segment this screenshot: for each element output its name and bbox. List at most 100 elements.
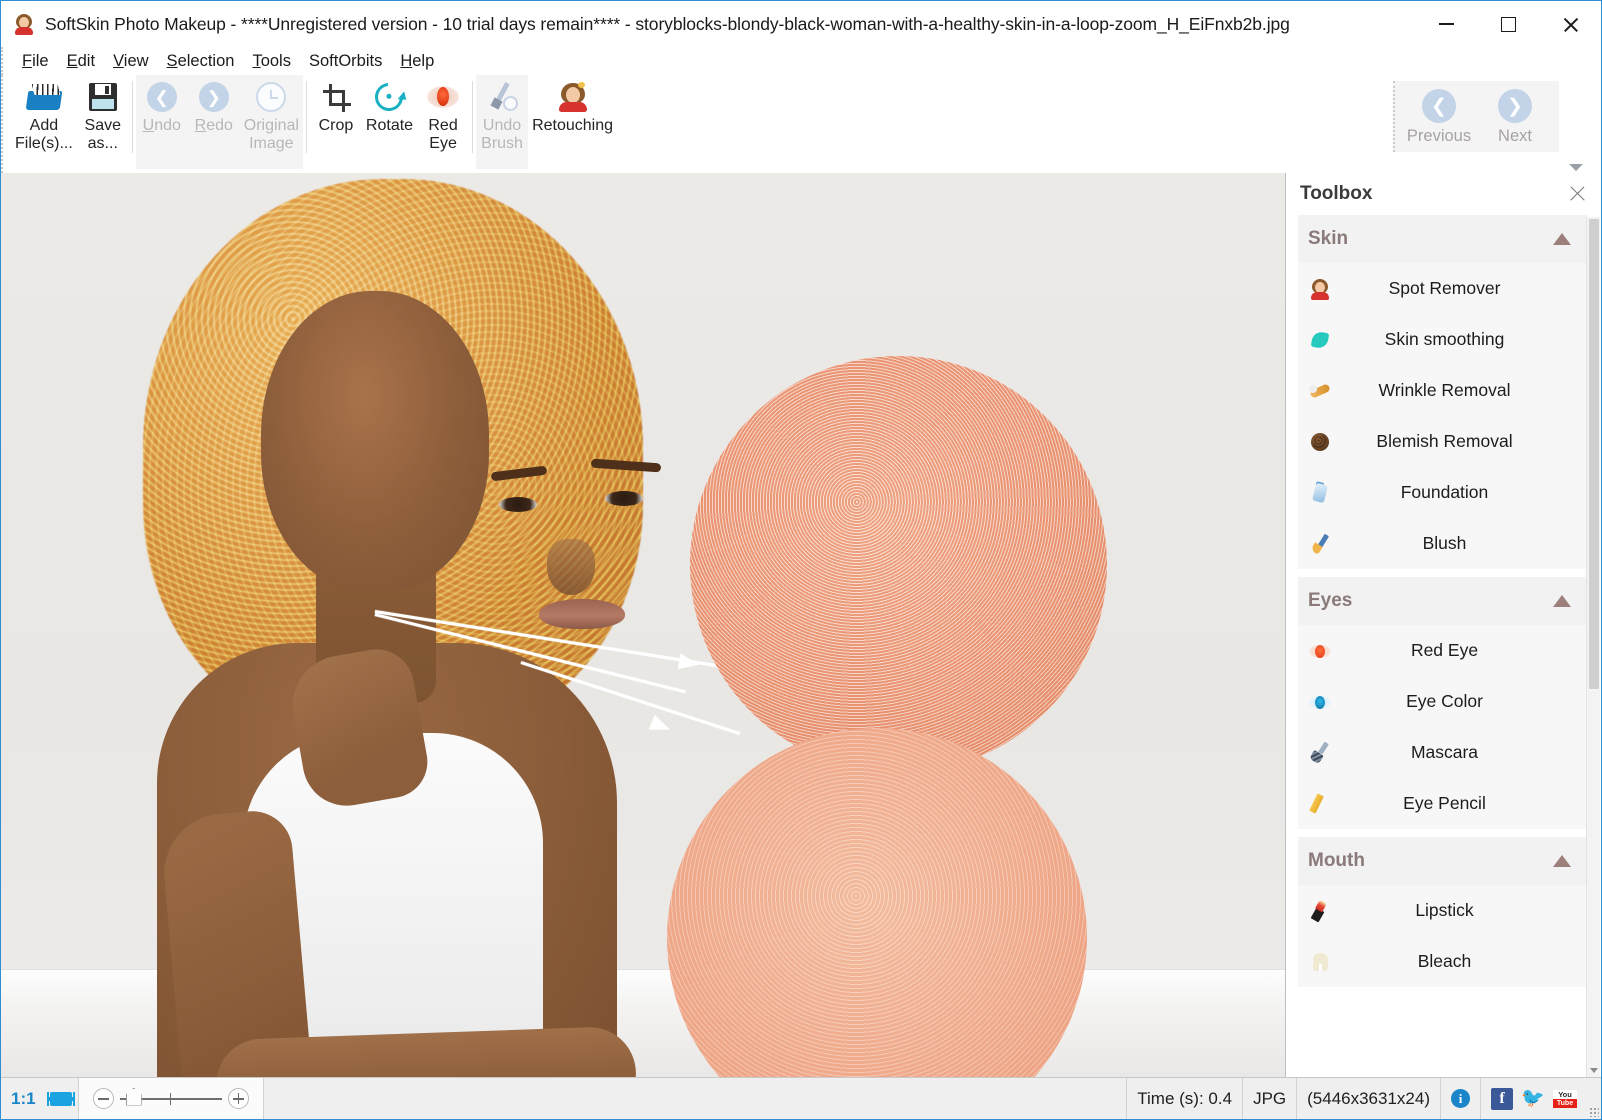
toolbox-content: Skin Spot Remover Skin smoothing: [1286, 215, 1601, 1077]
skin-zoom-circle-before: [690, 356, 1107, 773]
toolbox-scrollbar[interactable]: [1586, 217, 1600, 1077]
processing-time-label: Time (s): 0.4: [1137, 1089, 1232, 1109]
minimize-button[interactable]: [1415, 1, 1477, 47]
tool-blemish-removal[interactable]: Blemish Removal: [1298, 416, 1587, 467]
maximize-button[interactable]: [1477, 1, 1539, 47]
rotate-icon: [375, 79, 403, 115]
rotate-button[interactable]: Rotate: [362, 75, 417, 135]
tool-skin-smoothing[interactable]: Skin smoothing: [1298, 314, 1587, 365]
chevron-left-icon: ❮: [1422, 89, 1456, 123]
original-image-button[interactable]: Original Image: [240, 75, 303, 153]
folder-icon: [27, 79, 61, 115]
tool-blush[interactable]: Blush: [1298, 518, 1587, 569]
undo-brush-icon: [486, 79, 518, 115]
menu-help[interactable]: Help: [391, 50, 443, 73]
photo-subject: [61, 173, 681, 1077]
tool-eye-pencil[interactable]: Eye Pencil: [1298, 778, 1587, 829]
caret-up-icon[interactable]: [1553, 595, 1571, 607]
previous-label: Previous: [1407, 127, 1471, 146]
save-as-button[interactable]: Save as...: [77, 75, 129, 153]
chevron-right-icon: ❯: [1498, 89, 1532, 123]
facebook-icon[interactable]: f: [1491, 1088, 1513, 1110]
zoom-slider-track[interactable]: [120, 1098, 222, 1100]
toolbox-section-eyes: Eyes Red Eye Eye Color: [1298, 577, 1587, 829]
fit-to-window-button[interactable]: [44, 1092, 78, 1106]
menu-tools[interactable]: Tools: [243, 50, 300, 73]
tool-label: Eye Pencil: [1342, 793, 1587, 814]
tool-lipstick[interactable]: Lipstick: [1298, 885, 1587, 936]
close-button[interactable]: [1539, 1, 1601, 47]
crop-button[interactable]: Crop: [310, 75, 362, 135]
resize-grip[interactable]: [1587, 1078, 1601, 1119]
section-header-mouth[interactable]: Mouth: [1298, 837, 1587, 885]
tool-spot-remover[interactable]: Spot Remover: [1298, 263, 1587, 314]
tool-foundation[interactable]: Foundation: [1298, 467, 1587, 518]
section-title-mouth: Mouth: [1308, 850, 1553, 872]
scrollbar-thumb[interactable]: [1589, 219, 1599, 689]
menu-file[interactable]: File: [13, 50, 58, 73]
image-canvas[interactable]: [1, 173, 1286, 1077]
floppy-disk-icon: [89, 79, 117, 115]
toolbar-separator-3: [472, 81, 473, 153]
tool-eye-color[interactable]: Eye Color: [1298, 676, 1587, 727]
tool-label: Eye Color: [1342, 691, 1587, 712]
section-title-skin: Skin: [1308, 228, 1553, 250]
menu-selection[interactable]: Selection: [158, 50, 244, 73]
window-controls: [1415, 1, 1601, 47]
redo-button[interactable]: ❯ Redo: [188, 75, 240, 135]
undo-brush-button[interactable]: Undo Brush: [476, 75, 528, 153]
zoom-out-button[interactable]: [93, 1088, 114, 1109]
red-eye-icon: [427, 79, 459, 115]
tool-red-eye[interactable]: Red Eye: [1298, 625, 1587, 676]
foundation-icon: [1298, 482, 1342, 504]
menu-view[interactable]: View: [104, 50, 157, 73]
tool-label: Mascara: [1342, 742, 1587, 763]
wrinkle-removal-icon: [1298, 380, 1342, 402]
section-header-skin[interactable]: Skin: [1298, 215, 1587, 263]
body-area: Toolbox Skin Spot Remover: [1, 173, 1601, 1077]
caret-up-icon[interactable]: [1553, 233, 1571, 245]
photo-face: [261, 291, 489, 591]
section-header-eyes[interactable]: Eyes: [1298, 577, 1587, 625]
caret-up-icon[interactable]: [1553, 855, 1571, 867]
maximize-icon: [1501, 17, 1516, 32]
spot-remover-icon: [1298, 278, 1342, 300]
info-button[interactable]: i: [1441, 1078, 1481, 1119]
previous-button[interactable]: ❮ Previous: [1401, 89, 1477, 146]
menu-edit[interactable]: Edit: [58, 50, 104, 73]
toolbar-separator-2: [306, 81, 307, 153]
image-dimensions-label: (5446x3631x24): [1307, 1089, 1430, 1109]
crop-label: Crop: [319, 117, 354, 135]
tool-label: Bleach: [1342, 951, 1587, 972]
zoom-slider[interactable]: [79, 1078, 264, 1119]
undo-brush-label: Undo Brush: [481, 117, 523, 153]
twitter-icon[interactable]: 🐦: [1522, 1088, 1544, 1110]
tool-mascara[interactable]: Mascara: [1298, 727, 1587, 778]
original-image-label: Original Image: [244, 117, 299, 153]
zoom-in-button[interactable]: [228, 1088, 249, 1109]
menu-softorbits[interactable]: SoftOrbits: [300, 50, 391, 73]
next-button[interactable]: ❯ Next: [1477, 89, 1553, 146]
youtube-bottom-label: Tube: [1553, 1099, 1577, 1108]
photo-arrow-head: [678, 653, 700, 672]
toolbox-close-icon[interactable]: [1567, 183, 1589, 205]
minimize-icon: [1439, 23, 1454, 25]
tool-bleach[interactable]: Bleach: [1298, 936, 1587, 987]
add-files-button[interactable]: Add File(s)...: [11, 75, 77, 153]
scroll-down-icon[interactable]: [1587, 1063, 1601, 1077]
tool-label: Wrinkle Removal: [1342, 380, 1587, 401]
toolbar-expand-icon[interactable]: [1569, 164, 1583, 171]
undo-label: Undo: [143, 117, 181, 135]
youtube-icon[interactable]: You Tube: [1553, 1090, 1577, 1108]
image-dimensions-cell: (5446x3631x24): [1297, 1078, 1441, 1119]
undo-button[interactable]: ❮ Undo: [136, 75, 188, 135]
retouching-button[interactable]: Retouching: [528, 75, 617, 135]
file-format-label: JPG: [1253, 1089, 1286, 1109]
blemish-removal-icon: [1298, 431, 1342, 453]
zoom-slider-knob[interactable]: [126, 1088, 142, 1106]
red-eye-icon: [1298, 640, 1342, 662]
toolbar-group-retouch: Retouching: [528, 75, 617, 169]
tool-wrinkle-removal[interactable]: Wrinkle Removal: [1298, 365, 1587, 416]
retouching-label: Retouching: [532, 117, 613, 135]
red-eye-button[interactable]: Red Eye: [417, 75, 469, 153]
